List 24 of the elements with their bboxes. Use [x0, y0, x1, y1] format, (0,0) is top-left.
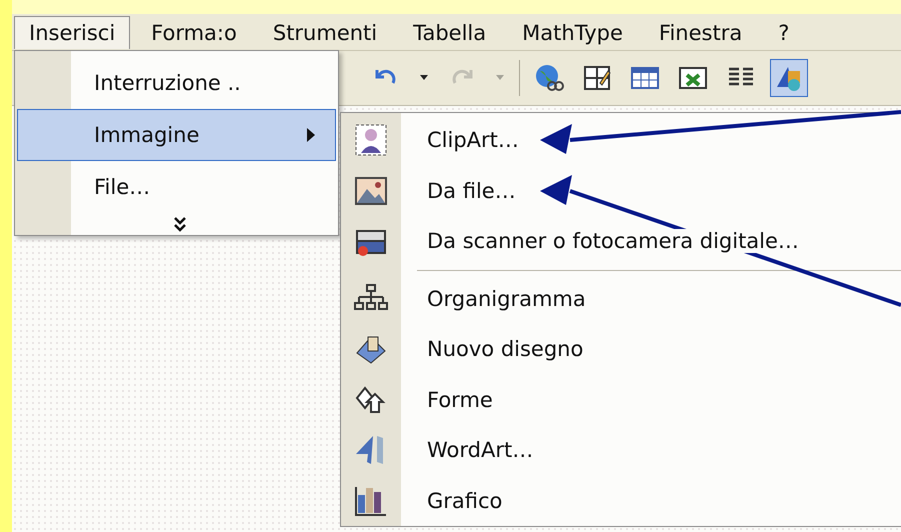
submenu-item[interactable]: Grafico: [341, 475, 901, 526]
menu-title[interactable]: MathType: [507, 16, 638, 48]
submenu-item[interactable]: WordArt…: [341, 424, 901, 476]
menu-item[interactable]: File…: [17, 161, 336, 213]
menu-item[interactable]: Interruzione ..: [17, 57, 336, 109]
submenu-item[interactable]: Forme: [341, 374, 901, 425]
caret-icon: [419, 75, 429, 81]
menu-title[interactable]: Finestra: [644, 16, 758, 48]
submenu-item[interactable]: Da scanner o fotocamera digitale…: [341, 216, 901, 266]
submenu-item[interactable]: Nuovo disegno: [341, 324, 901, 374]
caret-icon: [495, 75, 505, 81]
menu-title[interactable]: Strumenti: [258, 16, 392, 48]
menu-title[interactable]: Tabella: [398, 16, 502, 48]
globe-icon: [534, 63, 564, 93]
table-pen-icon: [582, 63, 612, 93]
expand-chevron-icon[interactable]: [172, 215, 188, 233]
submenu-item[interactable]: ClipArt…: [341, 115, 901, 166]
menu-title[interactable]: Inserisci: [14, 16, 130, 48]
menu-item[interactable]: Immagine: [17, 109, 336, 161]
person-figure-icon: [353, 122, 389, 158]
submenu-item[interactable]: Da file…: [341, 166, 901, 216]
submenu-item[interactable]: Organigramma: [341, 273, 901, 324]
menu-title[interactable]: Forma:o: [136, 16, 252, 48]
menu-title[interactable]: ?: [763, 16, 804, 48]
